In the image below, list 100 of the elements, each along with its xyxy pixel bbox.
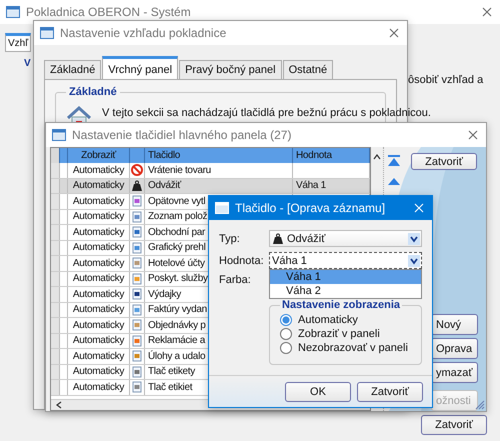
document-icon [131,272,143,285]
table-cell: Automaticky [72,382,124,393]
action-button[interactable]: Nový [431,314,478,335]
table-cell: Tlač etikiet [148,382,192,393]
resize-grip-icon[interactable] [475,400,485,410]
dropdown-value: Váha 1 [272,254,308,266]
group-title: Základné [66,86,120,98]
document-icon [131,242,143,254]
table-cell: Automaticky [72,288,124,300]
close-icon[interactable] [468,130,478,140]
column-header[interactable]: Hodnota [293,148,370,163]
document-icon [131,210,143,223]
radio-button[interactable] [280,314,292,326]
radio-label: Automaticky [298,314,358,326]
window-icon [52,129,66,141]
table-cell: Automaticky [72,273,124,284]
table-cell: Automaticky [72,196,124,207]
dropdown-value: Odvážiť [287,232,326,244]
close-button[interactable]: Zatvoriť [421,415,487,435]
group-title: Nastavenie zobrazenia [280,299,402,311]
table-cell: Automaticky [72,366,124,378]
table-cell: Automaticky [72,164,124,176]
description-text: ôsobiť vzhľad a [408,74,484,86]
table-cell: Váha 1 [296,180,326,192]
action-button[interactable]: Oprava [431,338,478,359]
document-icon [131,195,143,208]
column-header[interactable]: Zobraziť [68,148,130,163]
table-cell: Automaticky [72,320,124,331]
document-icon [131,226,143,238]
radio-label: Zobraziť v paneli [298,328,380,340]
tab[interactable]: Pravý bočný panel [179,60,282,79]
document-icon [131,257,143,270]
weight-icon [131,180,143,192]
radio-button[interactable] [280,328,292,340]
window-title: Nastavenie tlačidiel hlavného panela (27) [72,128,292,142]
tab[interactable]: Vrchný panel [102,56,178,79]
type-dropdown[interactable]: Odvážiť [269,230,422,247]
action-button[interactable]: ymazať [431,362,478,383]
table-cell: Automaticky [72,180,124,192]
table-cell: Automaticky [72,258,124,269]
table-cell: Automaticky [72,226,124,238]
chevron-down-icon[interactable] [408,254,420,266]
document-icon [131,381,143,394]
tab[interactable]: Vzhľ [5,33,32,52]
table-cell: Obchodní par [148,226,205,238]
table-cell: Automaticky [72,335,124,346]
document-icon [131,334,143,347]
field-label: Farba: [219,273,252,286]
dropdown-option[interactable]: Váha 2 [270,284,421,298]
column-header[interactable]: Tlačidlo [145,148,293,163]
chevron-down-icon[interactable] [408,232,420,244]
tab[interactable]: Základné [44,60,102,79]
table-cell: Úlohy a udalo [148,350,206,362]
window-title: Nastavenie vzhľadu pokladnice [60,26,228,40]
table-cell: Vrátenie tovaru [148,164,211,176]
table-cell: Odvážiť [148,180,181,192]
table-cell: Automaticky [72,242,124,254]
document-icon [131,288,143,300]
document-icon [131,319,143,332]
table-cell: Výdajky [148,288,181,300]
document-icon [131,366,143,378]
group-title: V [24,58,31,69]
table-row[interactable]: Automaticky Odvážiť Váha 1 [51,178,370,194]
table-cell: Zoznam polož [148,211,208,222]
description-text: V tejto sekcii sa nachádzajú tlačidlá pre bežnú prácu s pokladnicou. [102,106,431,119]
table-cell: Automaticky [72,350,124,362]
close-button[interactable]: Zatvoriť [411,153,477,170]
tab[interactable]: Ostatné [282,60,334,79]
window-icon [215,202,229,214]
table-cell: Automaticky [72,211,124,222]
table-cell: Hotelové účty [148,258,205,269]
close-icon[interactable] [482,7,492,17]
table-cell: Opätovne vytl [148,196,206,207]
move-top-icon[interactable] [387,155,401,167]
table-cell: Objednávky p [148,320,206,331]
table-cell: Automaticky [72,304,124,316]
scroll-left-icon[interactable] [55,401,63,409]
window-icon [40,27,54,39]
table-cell: Tlač etikety [148,366,195,378]
dialog-button[interactable]: Zatvoriť [357,382,423,402]
dialog-button[interactable]: OK [285,382,351,402]
header-corner[interactable] [51,148,60,163]
document-icon [131,350,143,362]
dropdown-option[interactable]: Váha 1 [270,270,421,284]
value-dropdown[interactable]: Váha 1 [269,252,422,269]
table-cell: Poskyt. služby [148,273,208,284]
weight-icon [272,232,284,244]
close-icon[interactable] [389,28,399,38]
field-label: Hodnota: [219,254,265,266]
no-entry-icon [131,164,143,176]
field-label: Typ: [219,232,241,244]
scroll-up-icon[interactable] [373,153,381,161]
radio-button[interactable] [280,342,292,354]
table-cell: Grafický prehl [148,242,206,254]
window-title: Tlačidlo - [Oprava záznamu] [235,201,386,215]
table-cell: Reklamácie a [148,335,205,346]
window-icon [6,6,20,18]
table-cell: Faktúry vydan [148,304,207,316]
document-icon [131,304,143,316]
window-title: Pokladnica OBERON - Systém [26,5,192,19]
